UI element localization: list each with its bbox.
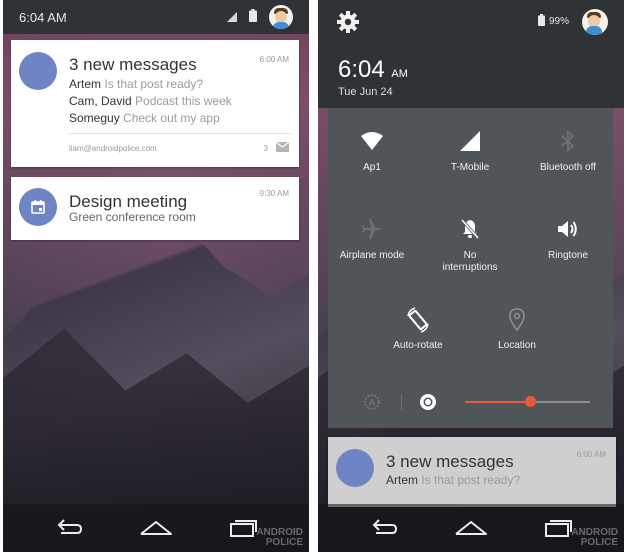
battery-percent: 99% [549, 16, 570, 27]
location-pin-icon [509, 308, 525, 332]
notification-icon-circle [19, 188, 57, 226]
brightness-slider[interactable] [465, 396, 590, 407]
notification-title: 3 new messages [69, 55, 197, 74]
rotate-icon [407, 307, 429, 333]
tile-label: Auto-rotate [393, 340, 443, 351]
quick-settings-header: 99% 6:04 AM Tue Jun 24 [318, 0, 624, 108]
message-text: Is that post ready? [421, 473, 521, 487]
auto-brightness-icon[interactable]: A [363, 393, 381, 411]
tile-label: No interruptions [442, 250, 498, 273]
bluetooth-icon [561, 130, 575, 152]
notification-time: 6:00 AM [576, 450, 606, 459]
tile-wifi[interactable]: Ap1 [322, 128, 422, 174]
brightness-fill [465, 401, 530, 403]
notification-messages[interactable]: 3 new messages 6:00 AM Artem Is that pos… [11, 40, 299, 167]
bell-off-icon [460, 219, 480, 239]
brightness-divider [401, 394, 402, 410]
navigation-bar: ANDROID POLICE [3, 504, 309, 552]
quick-settings-panel: Ap1 T-Mobile Bluetooth off Airplane mode… [328, 108, 613, 428]
message-text: Is that post ready? [104, 77, 204, 91]
recents-icon[interactable] [540, 516, 574, 540]
tile-label: Ap1 [363, 162, 381, 173]
tile-location[interactable]: Location [467, 306, 567, 352]
watermark: ANDROID POLICE [256, 527, 303, 548]
home-icon[interactable] [139, 516, 173, 540]
avatar[interactable] [269, 5, 293, 29]
notification-account: liam@androidpolice.com [69, 144, 157, 153]
tile-label: T-Mobile [450, 162, 490, 173]
navigation-bar: ANDROID POLICE [318, 504, 624, 552]
message-line: Someguy Check out my app [69, 111, 220, 125]
tile-ringtone[interactable]: Ringtone [518, 216, 618, 262]
notification-count: 3 [263, 144, 268, 153]
wifi-icon [361, 132, 383, 150]
tile-airplane[interactable]: Airplane mode [322, 216, 422, 262]
message-text: Podcast this week [135, 94, 232, 108]
message-line: Artem Is that post ready? [386, 473, 520, 487]
notification-title: 3 new messages [386, 452, 514, 471]
clock: 6:04 AM [338, 56, 408, 84]
message-text: Check out my app [123, 111, 220, 125]
calendar-icon [31, 200, 45, 214]
svg-text:A: A [369, 398, 375, 408]
notification-time: 9:30 AM [259, 189, 289, 198]
message-sender: Someguy [69, 111, 120, 125]
message-line: Artem Is that post ready? [69, 77, 203, 91]
notification-calendar[interactable]: Design meeting 9:30 AM Green conference … [11, 177, 299, 240]
quick-settings: 99% 6:04 AM Tue Jun 24 Ap1 T-Mobile Blue… [318, 0, 624, 552]
home-icon[interactable] [454, 516, 488, 540]
brightness-icon [420, 394, 436, 410]
message-sender: Cam, David [69, 94, 132, 108]
notification-subtitle: Green conference room [69, 210, 196, 224]
tile-label: Location [498, 340, 536, 351]
airplane-icon [362, 219, 382, 239]
cell-signal-icon [460, 131, 480, 151]
notification-time: 6:00 AM [259, 55, 289, 64]
battery-icon [249, 9, 257, 22]
speaker-icon [558, 221, 577, 237]
envelope-icon [276, 142, 289, 152]
tile-bluetooth[interactable]: Bluetooth off [518, 128, 618, 174]
date: Tue Jun 24 [338, 86, 393, 98]
brightness-thumb[interactable] [524, 396, 536, 407]
status-time: 6:04 AM [19, 10, 67, 25]
message-sender: Artem [386, 473, 419, 487]
battery-icon [538, 14, 545, 26]
notification-title: Design meeting [69, 192, 188, 211]
back-icon[interactable] [51, 516, 85, 540]
tile-label: Ringtone [547, 250, 589, 261]
gear-icon[interactable] [337, 11, 359, 33]
signal-icon [227, 12, 237, 22]
watermark: ANDROID POLICE [571, 527, 618, 548]
tile-interruptions[interactable]: No interruptions [420, 216, 520, 274]
tile-label: Airplane mode [339, 250, 405, 261]
tile-cellular[interactable]: T-Mobile [420, 128, 520, 174]
lockscreen-notifications: 6:04 AM 3 new messages 6:00 AM Artem Is … [3, 0, 309, 552]
recents-icon[interactable] [225, 516, 259, 540]
divider [69, 133, 291, 134]
tile-label: Bluetooth off [540, 162, 596, 173]
clock-time: 6:04 [338, 56, 385, 83]
back-icon[interactable] [366, 516, 400, 540]
tile-auto-rotate[interactable]: Auto-rotate [368, 306, 468, 352]
avatar[interactable] [582, 9, 608, 35]
notification-avatar [336, 449, 374, 487]
notification-messages[interactable]: 3 new messages 6:00 AM Artem Is that pos… [328, 437, 616, 507]
status-bar[interactable]: 6:04 AM [3, 0, 309, 34]
message-sender: Artem [69, 77, 102, 91]
message-line: Cam, David Podcast this week [69, 94, 232, 108]
clock-ampm: AM [391, 68, 408, 80]
notification-avatar [19, 52, 57, 90]
